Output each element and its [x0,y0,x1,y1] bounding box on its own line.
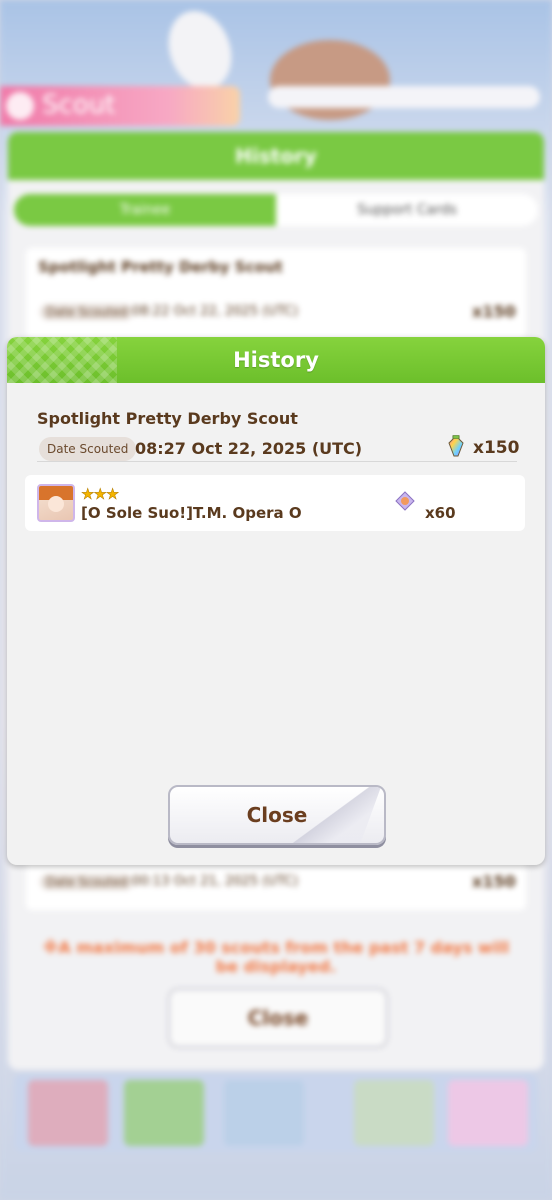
background-entry-cost: x150 [472,302,516,321]
character-name: [O Sole Suo!]T.M. Opera O [81,504,302,522]
background-entry: Date Scouted 00:13 Oct 21, 2025 (UTC) x1… [26,860,526,910]
background-note: ※A maximum of 30 scouts from the past 7 … [42,938,510,976]
character-avatar [37,484,75,522]
scout-tab-label: Scout [42,90,116,120]
history-dialog: History Spotlight Pretty Derby Scout Dat… [7,337,545,865]
tab-trainee: Trainee [14,194,276,226]
background-art [158,2,242,98]
dialog-title: History [233,348,319,372]
background-close-button: Close [168,988,388,1048]
tab-support-cards: Support Cards [357,202,457,218]
piece-icon [395,491,415,511]
carat-ticket-icon [448,435,464,457]
background-art [270,40,390,120]
nav-item [224,1080,304,1146]
background-date-badge: Date Scouted [40,874,134,890]
background-entry-title: Spotlight Pretty Derby Scout [38,258,283,276]
close-button[interactable]: Close [168,785,386,845]
rarity-stars: ★★★ [81,485,120,504]
nav-item [124,1080,204,1146]
background-date-badge: Date Scouted [40,304,134,320]
background-entry-date: 00:13 Oct 21, 2025 (UTC) [132,874,299,889]
date-scouted-badge: Date Scouted [39,437,137,461]
currency-bar [268,86,540,108]
bottom-nav [14,1074,538,1152]
date-scouted-value: 08:27 Oct 22, 2025 (UTC) [135,439,363,458]
background-entry: Spotlight Pretty Derby Scout Date Scoute… [26,248,526,338]
divider [37,461,517,462]
date-row: Date Scouted 08:27 Oct 22, 2025 (UTC) x1… [37,435,520,463]
scout-name: Spotlight Pretty Derby Scout [37,409,298,428]
scout-icon [6,92,34,120]
nav-item [28,1080,108,1146]
dialog-header: History [7,337,545,383]
nav-item [448,1080,528,1146]
background-entry-cost: x150 [472,872,516,891]
piece-count: x60 [425,504,456,522]
result-row: ★★★ [O Sole Suo!]T.M. Opera O x60 [25,475,525,531]
scout-tab: Scout [0,86,240,126]
background-entry-date: 08:22 Oct 22, 2025 (UTC) [132,304,299,319]
nav-item [354,1080,434,1146]
background-panel-title: History [8,132,544,180]
scout-cost-value: x150 [473,438,520,458]
background-tabs: Trainee Support Cards [14,194,538,226]
close-button-label: Close [246,803,308,827]
